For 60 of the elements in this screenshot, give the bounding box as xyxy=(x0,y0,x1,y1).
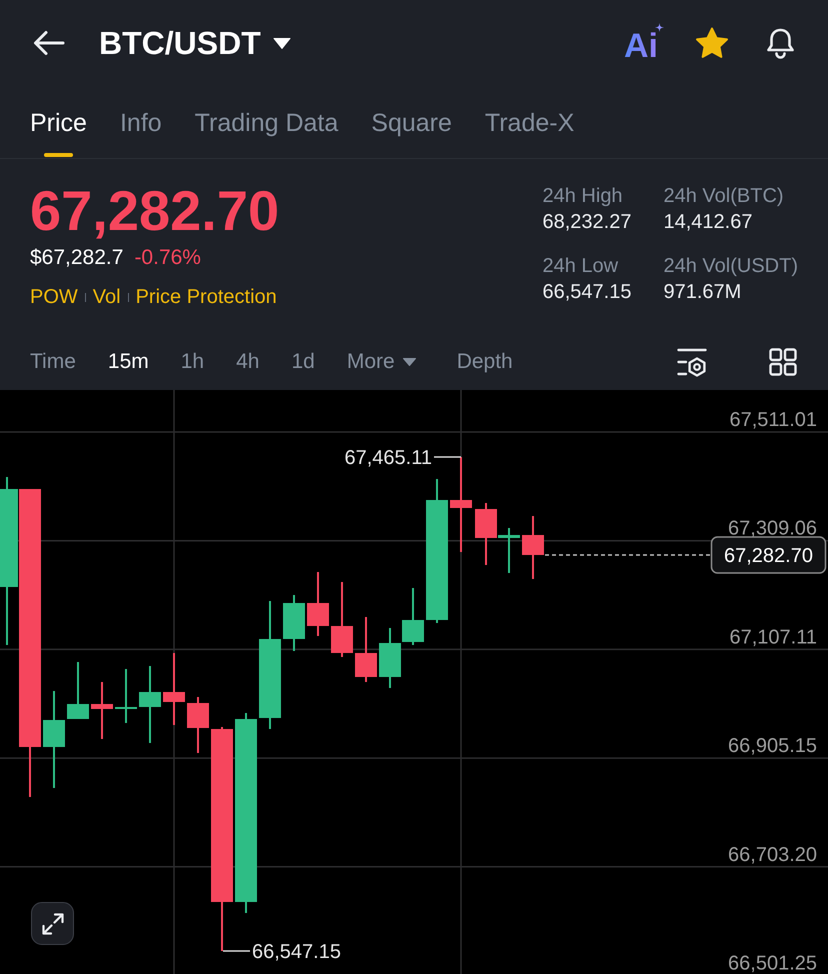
stat-value: 66,547.15 xyxy=(542,280,632,305)
pair-selector[interactable]: BTC/USDT xyxy=(99,24,291,62)
lines-hexagon-icon[interactable] xyxy=(677,347,707,377)
price-scale-label: 66,501.25 xyxy=(728,952,817,974)
interval-option[interactable]: 1h xyxy=(180,349,204,375)
stat-value: 971.67M xyxy=(664,280,742,305)
price-scale-label: 67,107.11 xyxy=(730,626,817,648)
price-scale-label: 67,511.01 xyxy=(730,409,817,431)
falling-candle xyxy=(91,682,113,739)
interval-option[interactable]: 1d xyxy=(291,349,315,375)
falling-candle xyxy=(355,617,377,682)
stat-value: 14,412.67 xyxy=(664,210,754,235)
price-scale-label: 66,905.15 xyxy=(728,735,817,758)
stat-label: 24h Vol(USDT) xyxy=(664,254,798,279)
star-icon[interactable] xyxy=(695,27,729,59)
tag-link[interactable]: Price Protection xyxy=(136,284,277,310)
tab[interactable]: Trading Data xyxy=(194,86,338,158)
falling-candle xyxy=(163,653,185,725)
low-price-label: 66,547.15 xyxy=(252,941,341,963)
rising-candle xyxy=(379,628,401,688)
tab[interactable]: Square xyxy=(371,86,452,158)
interval-option[interactable]: Time xyxy=(30,349,76,375)
tab[interactable]: Price xyxy=(30,86,87,158)
falling-candle xyxy=(187,697,209,753)
rising-candle xyxy=(498,528,520,573)
leader-line xyxy=(434,456,461,458)
usd-value: $67,282.7 xyxy=(30,245,124,271)
back-arrow-icon[interactable] xyxy=(33,30,65,56)
sparkle-icon xyxy=(655,23,664,32)
rising-candle xyxy=(67,662,89,719)
grid-icon[interactable] xyxy=(769,348,797,376)
stat-label: 24h Vol(BTC) xyxy=(664,184,785,209)
falling-candle xyxy=(307,572,329,636)
caret-icon xyxy=(272,38,291,48)
expand-icon xyxy=(42,912,64,934)
tag-link[interactable]: Vol xyxy=(92,284,121,310)
stat-label: 24h Low xyxy=(542,254,620,279)
high-price-label: 67,465.11 xyxy=(344,447,432,469)
price-change: -0.76% xyxy=(134,245,201,271)
expand-button[interactable] xyxy=(31,902,74,945)
rising-candle xyxy=(115,669,137,723)
rising-candle xyxy=(402,588,424,645)
interval-option[interactable]: Depth xyxy=(456,349,513,375)
leader-line xyxy=(223,950,250,952)
stat-label: 24h High xyxy=(542,184,624,209)
rising-candle xyxy=(283,595,305,651)
bell-icon[interactable] xyxy=(765,27,796,59)
interval-option[interactable]: 15m xyxy=(108,349,149,375)
tab[interactable]: Info xyxy=(120,86,162,158)
falling-candle xyxy=(522,516,544,579)
last-price-tag: 67,282.70 xyxy=(710,536,826,574)
tab[interactable]: Trade-X xyxy=(484,86,574,158)
stat-value: 68,232.27 xyxy=(542,210,632,235)
falling-candle xyxy=(475,503,497,565)
caret-icon xyxy=(402,358,416,366)
more-menu[interactable]: More xyxy=(346,349,416,375)
last-price: 67,282.70 xyxy=(30,181,280,241)
tag-link[interactable]: POW xyxy=(30,284,78,310)
interval-option[interactable]: 4h xyxy=(236,349,260,375)
price-scale-label: 66,703.20 xyxy=(728,844,817,866)
